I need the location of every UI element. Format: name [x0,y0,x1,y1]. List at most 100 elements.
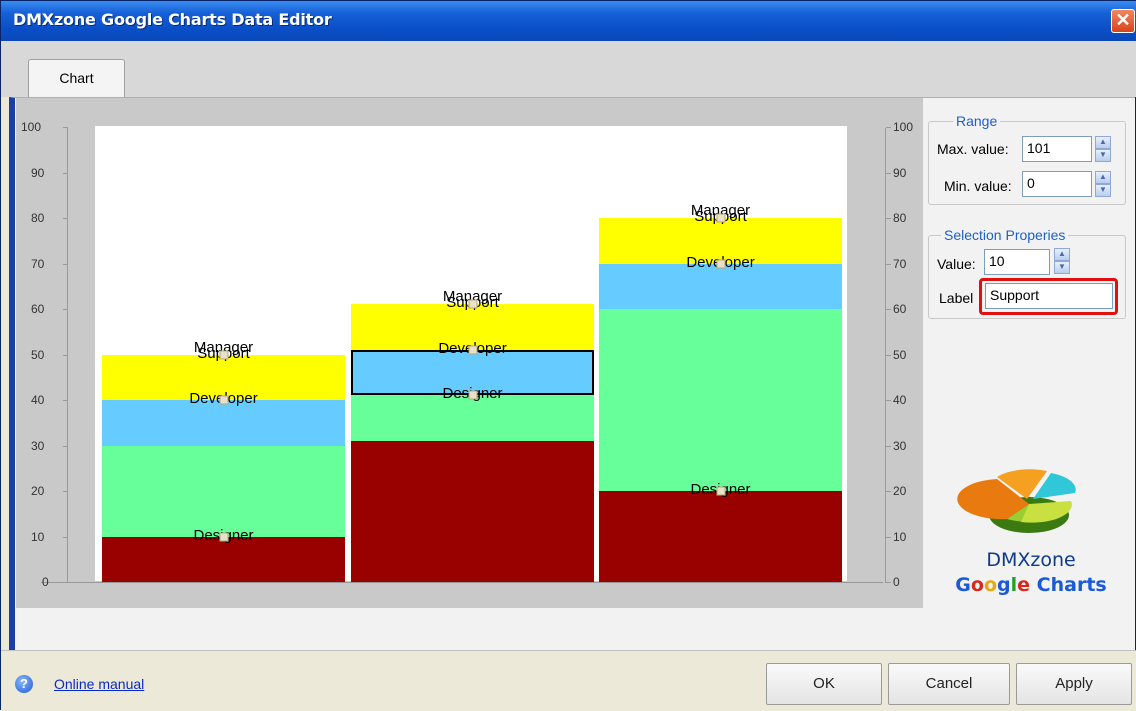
y-tick-mark [63,491,68,492]
y-tick-label-left: 100 [21,120,42,134]
ok-button[interactable]: OK [766,663,882,705]
value-spinner[interactable]: ▲ ▼ [1054,248,1070,274]
drag-handle[interactable] [716,486,725,496]
y-tick-label-right: 80 [893,211,907,225]
spin-down-icon[interactable]: ▼ [1095,149,1111,162]
drag-handle[interactable] [468,345,477,355]
drag-handle[interactable] [716,259,725,268]
y-tick-mark [63,172,68,174]
y-tick-mark [63,354,68,356]
x-axis-line [41,582,883,583]
logo-text-dmxzone: DMXzone [986,549,1076,571]
close-button[interactable]: ✕ [1111,9,1135,33]
spin-up-icon[interactable]: ▲ [1095,136,1111,149]
y-tick-label-right: 100 [893,120,914,134]
help-icon[interactable]: ? [15,675,33,693]
y-tick-label-left: 30 [31,438,45,453]
y-tick-mark [886,582,891,583]
min-value-spinner[interactable]: ▲ ▼ [1095,171,1111,197]
max-value-spinner[interactable]: ▲ ▼ [1095,136,1111,162]
bar-segment[interactable] [102,445,345,537]
y-tick-mark [886,218,891,219]
drag-handle[interactable] [716,213,725,223]
left-axis-line [67,128,68,583]
y-tick-label-left: 20 [31,484,45,498]
y-tick-mark [886,354,891,356]
window-title: DMXzone Google Charts Data Editor [13,10,332,29]
y-tick-mark [63,400,68,401]
editor-window: DMXzone Google Charts Data Editor ✕ Char… [0,0,1136,711]
logo-charts: Charts [1036,574,1107,596]
max-value-field[interactable]: 101 [1022,136,1092,162]
y-tick-mark [886,127,891,128]
bar-segment[interactable] [599,491,842,582]
y-tick-label-left: 10 [31,529,45,544]
y-tick-mark [886,400,891,401]
y-tick-label-left: 50 [31,347,45,362]
min-value-label: Min. value: [944,178,1012,194]
y-tick-label-right: 70 [893,256,907,271]
y-tick-label-left: 70 [31,256,45,271]
y-tick-mark [63,309,68,310]
tab-strip [1,41,1136,97]
logo-letter: e [1017,574,1031,596]
y-tick-mark [63,263,68,265]
y-tick-mark [63,218,68,219]
y-tick-mark [63,536,68,538]
y-tick-label-right: 0 [893,575,900,589]
tab-chart[interactable]: Chart [28,59,125,99]
bar-segment[interactable] [599,309,842,491]
logo-letter: g [997,574,1011,596]
label-label: Label [939,290,974,306]
y-tick-label-right: 30 [893,438,907,453]
y-tick-mark [63,582,68,583]
title-bar[interactable]: DMXzone Google Charts Data Editor ✕ [1,1,1136,41]
y-tick-label-right: 40 [893,393,907,407]
value-label: Value: [937,256,976,272]
max-value-label: Max. value: [937,141,1009,157]
y-tick-label-right: 50 [893,347,907,362]
logo-letter: G [955,574,971,596]
online-manual-link[interactable]: Online manual [54,676,144,692]
y-tick-mark [886,172,891,174]
apply-button[interactable]: Apply [1016,663,1132,705]
y-tick-label-left: 90 [31,165,45,180]
bar-segment[interactable] [351,440,594,582]
drag-handle[interactable] [468,299,477,309]
drag-handle[interactable] [219,350,228,359]
y-tick-label-left: 0 [42,575,49,589]
range-legend: Range [953,113,1001,129]
right-axis-line [885,128,886,583]
pie-chart-icon [957,469,1076,533]
spin-down-icon[interactable]: ▼ [1054,261,1070,274]
y-tick-mark [886,491,891,492]
y-tick-label-left: 60 [31,302,45,316]
value-field[interactable]: 10 [984,249,1050,275]
cancel-button[interactable]: Cancel [888,663,1010,705]
y-tick-label-left: 80 [31,211,45,225]
spin-up-icon[interactable]: ▲ [1054,248,1070,261]
spin-up-icon[interactable]: ▲ [1095,171,1111,184]
y-tick-mark [886,263,891,265]
y-tick-label-right: 10 [893,529,907,544]
y-tick-label-right: 90 [893,165,907,180]
y-tick-mark [886,445,891,447]
y-tick-mark [63,127,68,128]
drag-handle[interactable] [468,390,477,400]
spin-down-icon[interactable]: ▼ [1095,184,1111,197]
logo-letter: o [970,574,984,596]
y-tick-mark [63,445,68,447]
label-field-highlight [979,278,1118,315]
y-tick-label-right: 60 [893,302,907,316]
selection-legend: Selection Properies [941,227,1069,243]
y-tick-label-left: 40 [31,393,45,407]
min-value-field[interactable]: 0 [1022,171,1092,197]
drag-handle[interactable] [219,532,228,541]
drag-handle[interactable] [219,395,228,405]
y-tick-mark [886,309,891,310]
logo-letter: o [983,574,998,596]
logo-text-google-charts: Google Charts [951,574,1111,596]
y-tick-mark [886,536,891,538]
dmxzone-logo: DMXzone Google Charts [951,449,1111,609]
y-tick-label-right: 20 [893,484,907,498]
